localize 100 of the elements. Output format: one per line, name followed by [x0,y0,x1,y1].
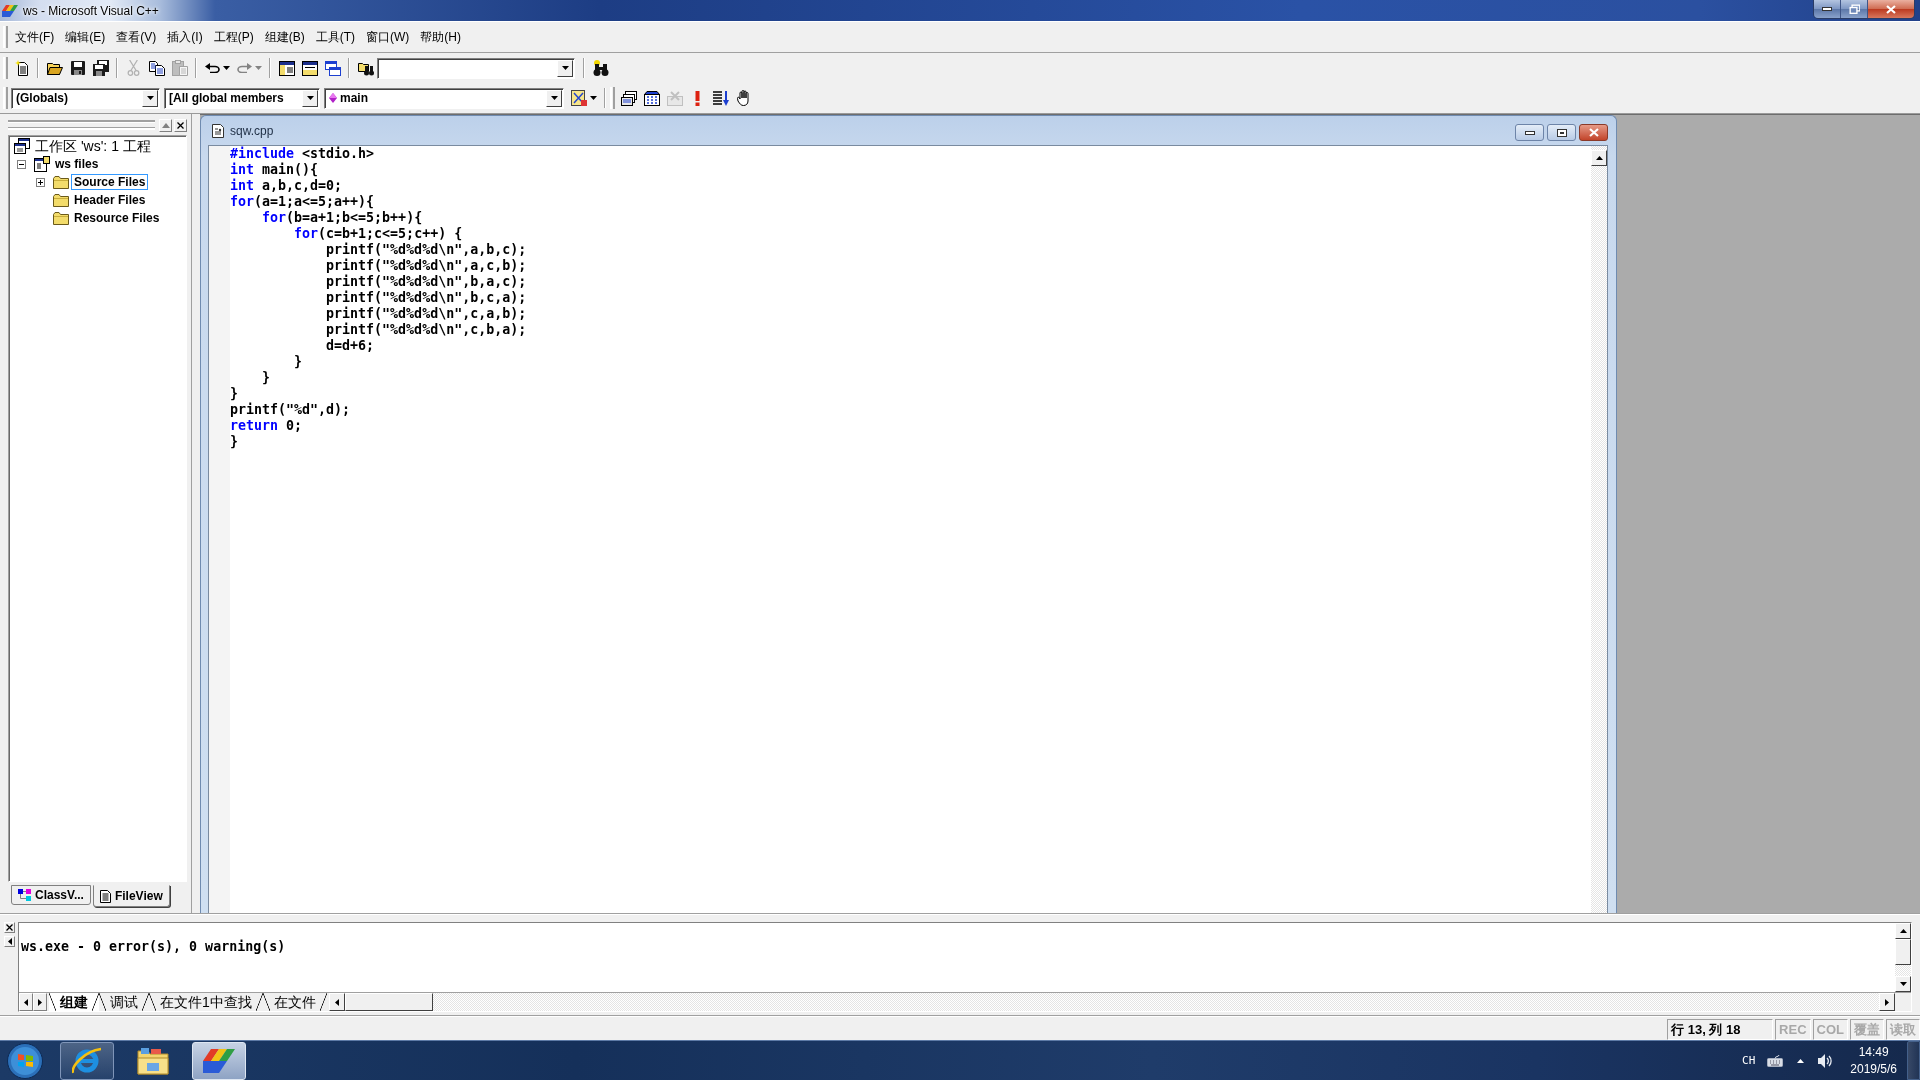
code-line: printf("%d",d); [230,402,352,418]
maximize-button[interactable] [1547,124,1576,141]
dropdown-button[interactable] [302,89,318,107]
plus-icon[interactable] [35,177,45,187]
output-tab[interactable]: 在文件1中查找 [149,993,263,1011]
minimize-icon [1524,130,1535,135]
split-button[interactable] [568,87,600,109]
tree-item[interactable]: Source Files [71,174,149,190]
minimize-button[interactable] [1814,0,1841,18]
code-line: d=d+6; [325,338,376,354]
close-pane-button[interactable] [174,118,187,132]
right-arrow-icon [1885,998,1889,1006]
restore-icon [1848,4,1860,14]
scrollbar-thumb[interactable] [344,993,433,1011]
caret-icon [222,66,230,70]
status-indicator: REC [1775,1019,1811,1040]
output-tab[interactable]: 组建 [49,993,99,1011]
windows-logo-icon [7,1042,43,1079]
taskbar-button[interactable] [60,1041,114,1080]
clock-date[interactable]: 2019/5/6 [1850,1060,1897,1078]
code-line: int a,b,c,d=0; [230,178,344,194]
menu-item[interactable]: 工具(T) [310,27,360,47]
dropdown-button[interactable] [557,59,573,77]
scroll-right-button[interactable] [1879,993,1895,1011]
window-title: ws - Microsoft Visual C++ [23,3,159,18]
scroll-right-button[interactable] [33,993,47,1011]
caret-icon [590,96,597,100]
status-indicator: COL [1812,1019,1848,1040]
browser-icon [72,1046,102,1075]
document-title: sqw.cpp [230,123,274,138]
language-indicator[interactable]: CH [1742,1054,1756,1067]
scroll-up-button[interactable] [1895,923,1911,939]
start-button[interactable] [5,1041,45,1080]
vertical-scrollbar[interactable] [1591,146,1607,913]
close-button[interactable] [1868,0,1914,18]
up-arrow-icon [1595,156,1603,160]
vertical-scrollbar[interactable] [1895,923,1911,992]
close-icon [6,924,13,931]
clock-time[interactable]: 14:49 [1858,1043,1889,1061]
output-tab[interactable]: 在文件 [262,993,327,1011]
code-line: #include <stdio.h> [230,146,376,162]
minus-icon[interactable] [16,159,26,169]
scroll-up-button[interactable] [1591,150,1607,166]
dropdown-button[interactable] [546,89,562,107]
scissors-icon [127,60,140,76]
close-icon [1886,4,1896,14]
search-combo[interactable] [377,57,575,79]
scroll-left-button[interactable] [19,993,33,1011]
menu-item[interactable]: 组建(B) [259,27,310,47]
dropdown-button[interactable] [142,89,158,107]
tree-item[interactable]: Resource Files [71,210,163,226]
pane-grip[interactable] [8,122,155,128]
keyboard-icon[interactable] [1767,1054,1784,1067]
tree-item[interactable]: Header Files [71,192,149,208]
floppy-disks-icon [92,60,109,76]
cursor-position: 行 13, 列 18 [1667,1019,1774,1040]
menu-item[interactable]: 文件(F) [10,27,60,47]
up-arrow-icon[interactable] [1797,1058,1805,1063]
combo-box[interactable]: (Globals) [11,87,160,109]
toolbar-grip[interactable] [3,57,8,79]
redo-icon [236,63,252,73]
toolbar-grip[interactable] [610,87,615,109]
minimize-icon [1822,7,1832,11]
minimize-button[interactable] [1515,124,1544,141]
scroll-down-button[interactable] [1895,976,1911,992]
clipboard-icon [171,60,188,76]
scrollbar-thumb[interactable] [1895,939,1911,965]
tree-item[interactable]: ws files [52,156,102,172]
menu-item[interactable]: 帮助(H) [415,27,466,47]
grid-box-icon [643,90,660,106]
menu-item[interactable]: 编辑(E) [60,27,111,47]
caret-icon [146,96,154,100]
panel-tab[interactable]: ClassV... [11,885,91,905]
combo-box[interactable]: main [324,87,564,109]
tree-item[interactable]: 工作区 'ws': 1 工程 [32,137,154,155]
pane-toggle-button[interactable] [4,936,15,947]
menu-item[interactable]: 插入(I) [162,27,208,47]
horizontal-scrollbar[interactable] [328,993,1895,1011]
maximize-pane-button[interactable] [159,118,172,132]
code-line: printf("%d%d%d\n",b,a,c); [325,274,528,290]
restore-button[interactable] [1841,0,1868,18]
output-line: ws.exe - 0 error(s), 0 warning(s) [21,939,287,955]
menu-item[interactable]: 查看(V) [111,27,162,47]
close-pane-button[interactable] [4,922,15,933]
scroll-left-button[interactable] [328,993,345,1011]
menu-item[interactable]: 窗口(W) [361,27,415,47]
toolbar-grip[interactable] [3,87,8,109]
panel-tab[interactable]: FileView [92,885,170,907]
menu-item[interactable]: 工程(P) [208,27,259,47]
speaker-icon[interactable] [1818,1053,1835,1068]
status-indicator: 覆盖 [1850,1019,1884,1040]
app-logo-icon [203,1048,235,1073]
open-folder-icon [46,61,63,75]
toolbar-grip[interactable] [3,26,8,48]
maximize-icon [1556,128,1567,137]
combo-box[interactable]: [All global members [164,87,320,109]
close-icon [177,121,184,129]
close-button[interactable] [1579,124,1608,141]
document-icon [99,889,111,903]
output-tab[interactable]: 调试 [99,993,149,1011]
